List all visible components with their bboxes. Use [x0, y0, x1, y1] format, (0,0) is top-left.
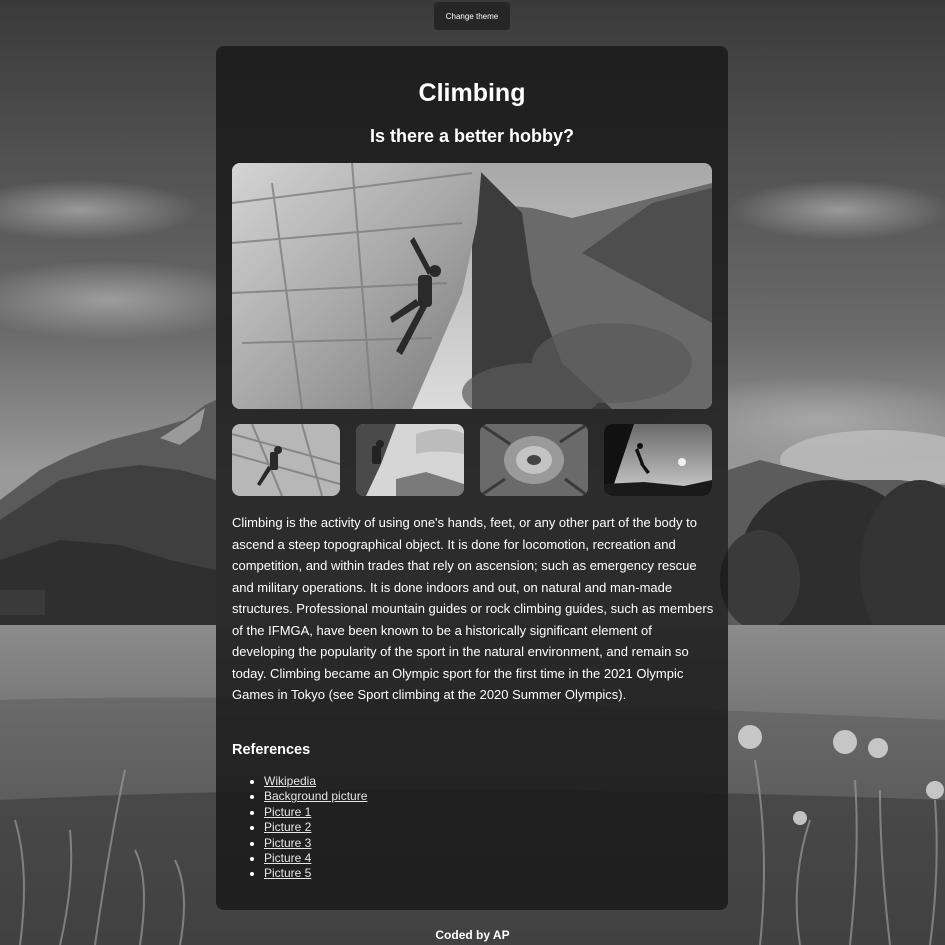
list-item: Picture 1 — [264, 805, 367, 820]
reference-link-wikipedia[interactable]: Wikipedia — [264, 774, 316, 788]
page-subtitle: Is there a better hobby? — [369, 126, 575, 146]
list-item: Picture 3 — [264, 836, 367, 851]
reference-link-picture-4[interactable]: Picture 4 — [264, 851, 311, 865]
list-item: Picture 2 — [264, 820, 367, 835]
reference-link-picture-1[interactable]: Picture 1 — [264, 805, 311, 819]
hero-climbing-image — [232, 163, 712, 409]
page-title: Climbing — [418, 79, 526, 107]
footer-credit: Coded by AP — [435, 928, 510, 942]
list-item: Picture 4 — [264, 851, 367, 866]
references-heading: References — [232, 742, 311, 758]
reference-link-picture-3[interactable]: Picture 3 — [264, 836, 311, 850]
description-paragraph: Climbing is the activity of using one's … — [232, 515, 714, 702]
reference-link-picture-5[interactable]: Picture 5 — [264, 866, 311, 880]
thumbnail-climber-silhouette[interactable] — [604, 424, 712, 496]
thumbnail-climber-overhang[interactable] — [356, 424, 464, 496]
thumbnail-climber-wall[interactable] — [232, 424, 340, 496]
list-item: Background picture — [264, 789, 367, 804]
references-list: Wikipedia Background picture Picture 1 P… — [232, 774, 367, 882]
change-theme-button[interactable]: Change theme — [434, 2, 510, 30]
reference-link-picture-2[interactable]: Picture 2 — [264, 820, 311, 834]
list-item: Picture 5 — [264, 866, 367, 881]
thumbnail-climbing-hold[interactable] — [480, 424, 588, 496]
content-card: Climbing Is there a better hobby? Climbi… — [216, 46, 728, 910]
list-item: Wikipedia — [264, 774, 367, 789]
reference-link-background-picture[interactable]: Background picture — [264, 789, 367, 803]
